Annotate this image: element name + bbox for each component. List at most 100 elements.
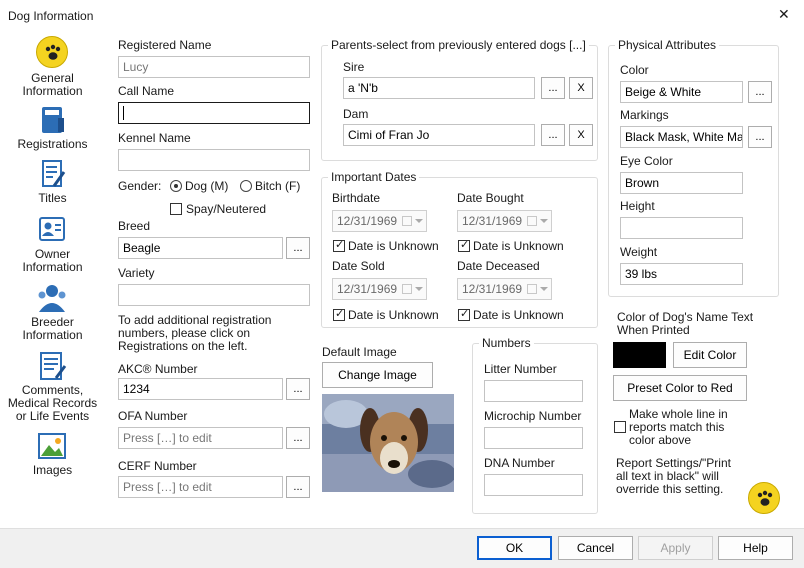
color-field[interactable]: Beige & White: [620, 81, 743, 103]
sidebar-item-label: Owner Information: [22, 247, 83, 274]
notes-icon: [40, 352, 67, 380]
change-image-button[interactable]: Change Image: [322, 362, 433, 388]
birthdate-value: 12/31/1969: [337, 214, 398, 228]
footer-bar: OK Cancel Apply Help: [0, 528, 804, 568]
dna-number-field[interactable]: [484, 474, 583, 496]
title-bar: Dog Information ✕: [0, 0, 804, 30]
parents-group-title: Parents-select from previously entered d…: [328, 38, 589, 52]
sidebar-item-label: Registrations: [17, 137, 88, 151]
eye-color-field[interactable]: Brown: [620, 172, 743, 194]
sire-clear-button[interactable]: X: [569, 77, 593, 99]
eye-color-label: Eye Color: [620, 154, 673, 168]
physical-attributes-title: Physical Attributes: [615, 38, 720, 52]
cancel-button[interactable]: Cancel: [558, 536, 633, 560]
weight-label: Weight: [620, 245, 658, 259]
sidebar-item-breeder[interactable]: Breeder Information: [0, 280, 105, 342]
document-pencil-icon: [42, 160, 66, 187]
height-label: Height: [620, 199, 655, 213]
date-bought-label: Date Bought: [457, 191, 524, 205]
variety-field[interactable]: [118, 284, 310, 306]
sidebar-item-general[interactable]: General Information: [0, 32, 105, 100]
markings-label: Markings: [620, 108, 669, 122]
markings-field[interactable]: Black Mask, White Marki: [620, 126, 743, 148]
sidebar-item-titles[interactable]: Titles: [0, 156, 105, 206]
sidebar-item-comments[interactable]: Comments, Medical Records or Life Events: [0, 348, 105, 424]
microchip-number-label: Microchip Number: [484, 409, 582, 423]
microchip-number-field[interactable]: [484, 427, 583, 449]
default-image-label: Default Image: [322, 345, 397, 359]
litter-number-field[interactable]: [484, 380, 583, 402]
call-name-label: Call Name: [118, 84, 175, 98]
date-sold-unknown-label: Date is Unknown: [348, 308, 439, 322]
dam-clear-button[interactable]: X: [569, 124, 593, 146]
sidebar: General Information Registrations Titles…: [0, 30, 105, 490]
gender-dog-radio[interactable]: [170, 180, 182, 192]
sidebar-item-images[interactable]: Images: [0, 428, 105, 478]
breed-browse-button[interactable]: ...: [286, 237, 310, 259]
dam-field[interactable]: Cimi of Fran Jo: [343, 124, 535, 146]
ok-button[interactable]: OK: [477, 536, 552, 560]
ofa-number-label: OFA Number: [118, 409, 188, 423]
birthdate-picker[interactable]: 12/31/1969: [332, 210, 427, 232]
paw-icon: [36, 36, 68, 68]
dna-number-label: DNA Number: [484, 456, 555, 470]
dog-photo: [322, 394, 454, 492]
kennel-name-field[interactable]: [118, 149, 310, 171]
birthdate-unknown-label: Date is Unknown: [348, 239, 439, 253]
sidebar-item-registrations[interactable]: Registrations: [0, 102, 105, 152]
akc-number-label: AKC® Number: [118, 362, 198, 376]
book-icon: [42, 107, 64, 133]
breed-field[interactable]: Beagle: [118, 237, 283, 259]
whole-line-color-checkbox[interactable]: [614, 421, 626, 433]
sidebar-item-owner[interactable]: Owner Information: [0, 212, 105, 274]
dam-label: Dam: [343, 107, 369, 121]
height-field[interactable]: [620, 217, 743, 239]
edit-color-button[interactable]: Edit Color: [673, 342, 747, 368]
spay-neutered-checkbox[interactable]: [170, 203, 182, 215]
cerf-browse-button[interactable]: ...: [286, 476, 310, 498]
registered-name-field[interactable]: Lucy: [118, 56, 310, 78]
date-deceased-picker[interactable]: 12/31/1969: [457, 278, 552, 300]
akc-browse-button[interactable]: ...: [286, 378, 310, 400]
important-dates-title: Important Dates: [328, 170, 420, 184]
gender-label: Gender:: [118, 179, 162, 193]
spay-neutered-label: Spay/Neutered: [186, 202, 267, 216]
sidebar-item-label: Images: [32, 463, 73, 477]
sire-browse-button[interactable]: ...: [541, 77, 565, 99]
call-name-field[interactable]: [118, 102, 310, 124]
date-sold-picker[interactable]: 12/31/1969: [332, 278, 427, 300]
cerf-number-field[interactable]: Press […] to edit: [118, 476, 283, 498]
gender-bitch-radio[interactable]: [240, 180, 252, 192]
birthdate-unknown-checkbox[interactable]: [333, 238, 345, 252]
date-bought-unknown-checkbox[interactable]: [458, 238, 470, 252]
kennel-name-label: Kennel Name: [118, 131, 191, 145]
text-cursor: [123, 106, 124, 120]
ofa-number-field[interactable]: Press […] to edit: [118, 427, 283, 449]
name-color-label: Color of Dog's Name Text When Printed: [617, 310, 754, 337]
numbers-group-title: Numbers: [479, 336, 534, 350]
date-deceased-unknown-label: Date is Unknown: [473, 308, 564, 322]
preset-color-red-button[interactable]: Preset Color to Red: [613, 375, 747, 401]
close-icon[interactable]: ✕: [778, 7, 790, 23]
chevron-down-icon: [415, 287, 423, 291]
akc-number-field[interactable]: 1234: [118, 378, 283, 400]
weight-field[interactable]: 39 lbs: [620, 263, 743, 285]
calendar-icon: [402, 216, 412, 226]
dam-browse-button[interactable]: ...: [541, 124, 565, 146]
date-sold-label: Date Sold: [332, 259, 385, 273]
date-bought-picker[interactable]: 12/31/1969: [457, 210, 552, 232]
cerf-number-label: CERF Number: [118, 459, 197, 473]
sire-label: Sire: [343, 60, 365, 74]
apply-button[interactable]: Apply: [638, 536, 713, 560]
date-deceased-value: 12/31/1969: [462, 282, 523, 296]
chevron-down-icon: [540, 219, 548, 223]
registered-name-label: Registered Name: [118, 38, 212, 52]
sire-field[interactable]: a 'N'b: [343, 77, 535, 99]
calendar-icon: [402, 284, 412, 294]
ofa-browse-button[interactable]: ...: [286, 427, 310, 449]
help-button[interactable]: Help: [718, 536, 793, 560]
markings-browse-button[interactable]: ...: [748, 126, 772, 148]
date-sold-unknown-checkbox[interactable]: [333, 307, 345, 321]
date-deceased-unknown-checkbox[interactable]: [458, 307, 470, 321]
color-browse-button[interactable]: ...: [748, 81, 772, 103]
